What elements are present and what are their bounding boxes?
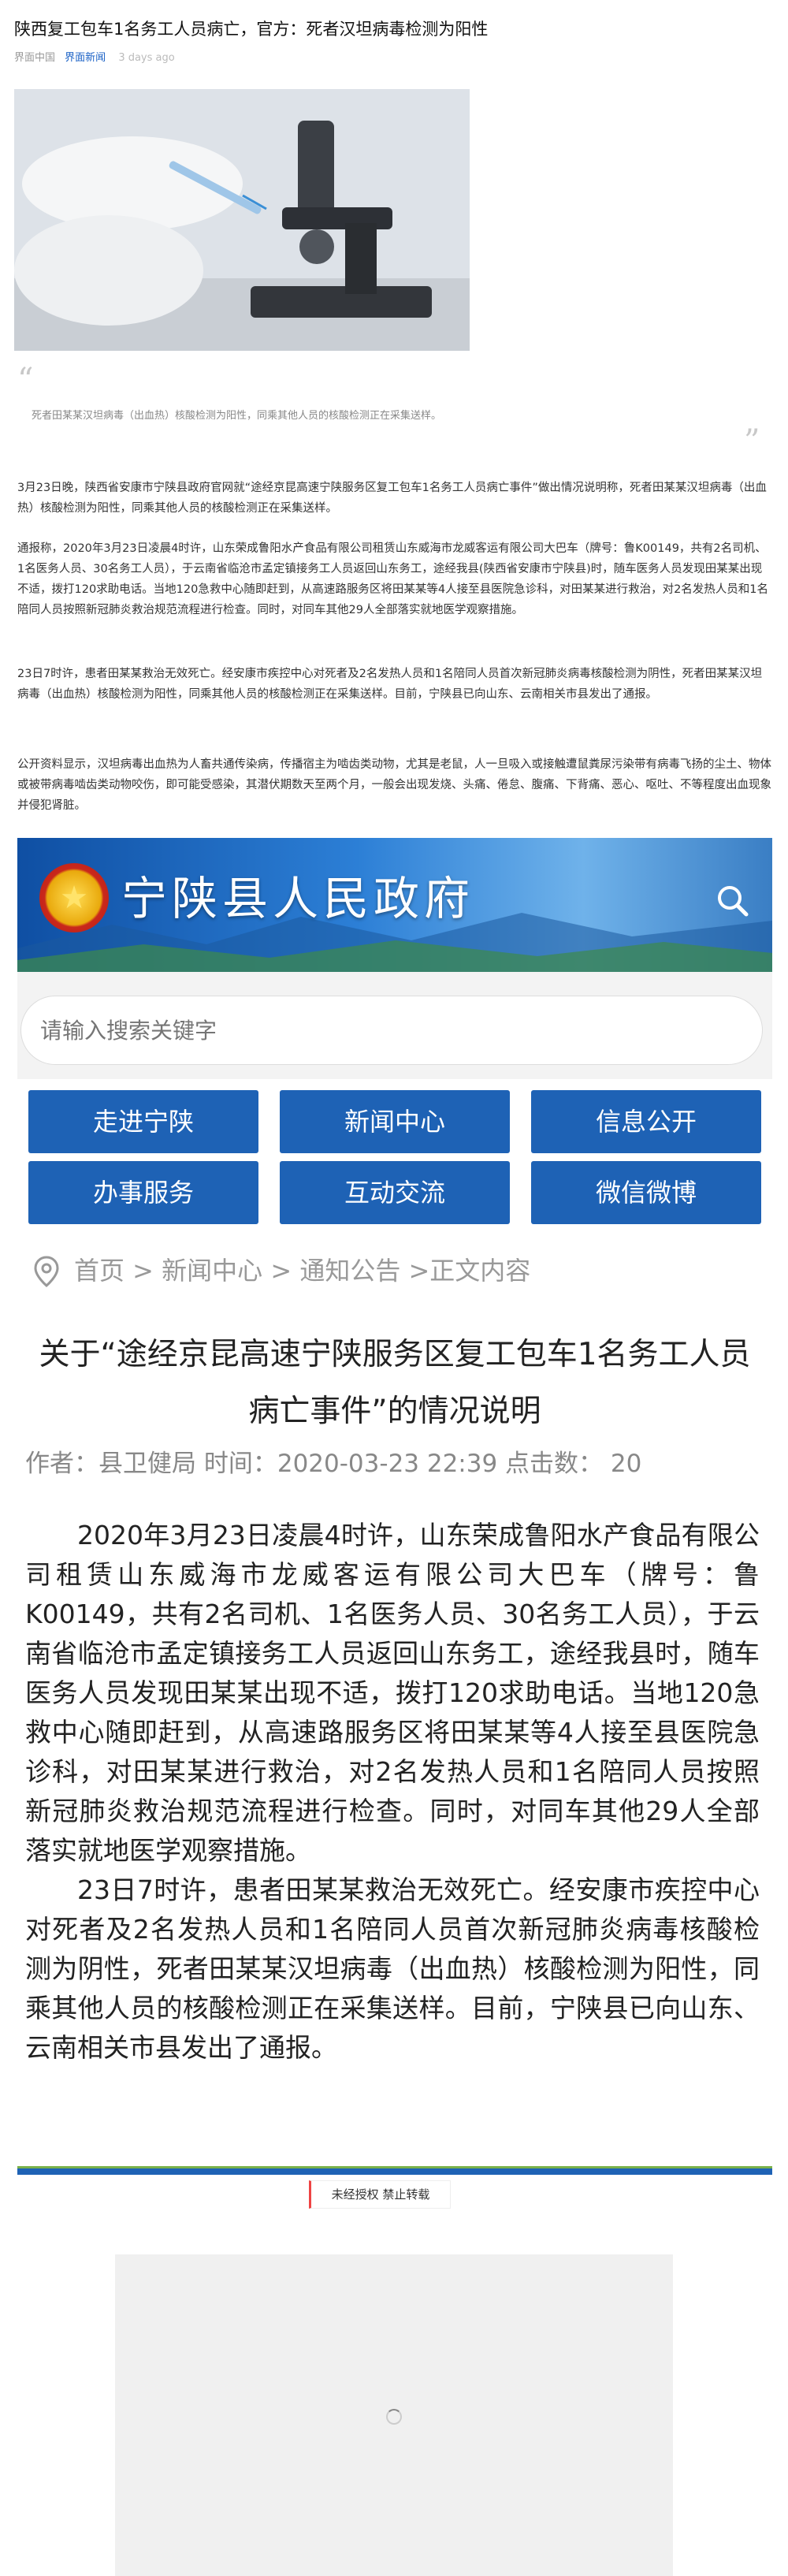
image-caption: 死者田某某汉坦病毒（出血热）核酸检测为阳性，同乘其他人员的核酸检测正在采集送样。 bbox=[32, 410, 442, 422]
gov-article-paragraph: 23日7时许，患者田某某救治无效死亡。经安康市疾控中心对死者及2名发热人员和1名… bbox=[25, 1874, 760, 2063]
nav-button-interaction[interactable]: 互动交流 bbox=[280, 1161, 510, 1224]
article-source: 界面中国 bbox=[14, 52, 56, 64]
article-paragraph: 通报称，2020年3月23日凌晨4时许，山东荣成鲁阳水产食品有限公司租赁山东威海… bbox=[17, 542, 769, 616]
search-input[interactable] bbox=[39, 1011, 735, 1050]
article-paragraph: 公开资料显示，汉坦病毒出血热为人畜共通传染病，传播宿主为啮齿类动物，尤其是老鼠，… bbox=[17, 758, 771, 812]
gov-search-box bbox=[20, 996, 763, 1065]
national-emblem-icon: ★ bbox=[39, 863, 109, 932]
gov-banner: ★ 宁陕县人民政府 bbox=[17, 838, 772, 972]
gov-site-name: 宁陕县人民政府 bbox=[121, 872, 475, 925]
gov-article-paragraph: 2020年3月23日凌晨4时许，山东荣成鲁阳水产食品有限公司租赁山东威海市龙威客… bbox=[25, 1520, 760, 1866]
gov-site-screenshot: ★ 宁陕县人民政府 走进宁陕 新闻中心 信息公开 办事服务 互动交流 微信微博 … bbox=[17, 838, 772, 2175]
nav-button-zoujin[interactable]: 走进宁陕 bbox=[28, 1090, 258, 1153]
gov-article: 关于“途经京昆高速宁陕服务区复工包车1名务工人员病亡事件”的情况说明 作者：县卫… bbox=[17, 1305, 772, 2175]
article-paragraph: 3月23日晚，陕西省安康市宁陕县政府官网就“途经京昆高速宁陕服务区复工包车1名务… bbox=[17, 482, 767, 515]
media-placeholder bbox=[115, 2254, 673, 2576]
breadcrumb-text[interactable]: 首页 > 新闻中心 > 通知公告 >正文内容 bbox=[74, 1253, 530, 1289]
gov-article-meta: 作者：县卫健局 时间：2020-03-23 22:39 点击数： 20 bbox=[25, 1450, 642, 1478]
location-pin-icon bbox=[34, 1256, 59, 1287]
article-tag-link[interactable]: 界面新闻 bbox=[65, 52, 106, 64]
article-paragraph: 23日7时许，患者田某某救治无效死亡。经安康市疾控中心对死者及2名发热人员和1名… bbox=[17, 668, 763, 701]
nav-button-services[interactable]: 办事服务 bbox=[28, 1161, 258, 1224]
article-time: 3 days ago bbox=[118, 52, 175, 64]
nav-button-wechat[interactable]: 微信微博 bbox=[531, 1161, 761, 1224]
nav-button-news[interactable]: 新闻中心 bbox=[280, 1090, 510, 1153]
gov-nav-grid: 走进宁陕 新闻中心 信息公开 办事服务 互动交流 微信微博 bbox=[17, 1079, 772, 1237]
hero-image bbox=[14, 89, 470, 351]
breadcrumb: 首页 > 新闻中心 > 通知公告 >正文内容 bbox=[17, 1237, 772, 1305]
gov-article-title: 关于“途经京昆高速宁陕服务区复工包车1名务工人员病亡事件”的情况说明 bbox=[39, 1337, 751, 1429]
copyright-badge: 未经授权 禁止转载 bbox=[309, 2180, 451, 2209]
article-meta: 界面中国 界面新闻 3 days ago bbox=[14, 49, 175, 64]
quote-close-icon: ” bbox=[744, 423, 760, 460]
loading-spinner-icon bbox=[386, 2409, 402, 2425]
gov-bottom-bar bbox=[17, 2166, 772, 2175]
article-title: 陕西复工包车1名务工人员病亡，官方：死者汉坦病毒检测为阳性 bbox=[14, 20, 489, 39]
nav-button-info[interactable]: 信息公开 bbox=[531, 1090, 761, 1153]
quote-open-icon: “ bbox=[17, 362, 34, 398]
search-icon[interactable] bbox=[711, 879, 755, 923]
gov-article-body: 2020年3月23日凌晨4时许，山东荣成鲁阳水产食品有限公司租赁山东威海市龙威客… bbox=[25, 1516, 760, 2068]
